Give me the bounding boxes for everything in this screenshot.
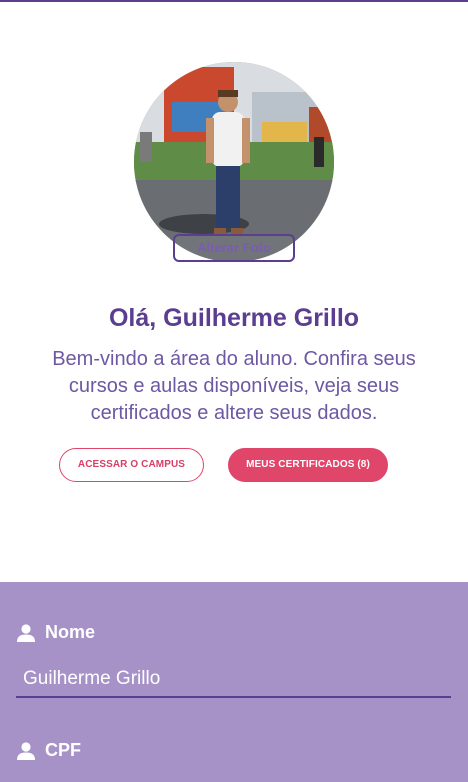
name-label-text: Nome [45,622,96,642]
name-field-label: Nome [16,622,95,643]
profile-section: Alterar Foto Olá, Guilherme Grillo Bem-v… [0,2,468,582]
avatar[interactable] [134,62,334,262]
profile-photo [134,62,334,262]
cpf-field-label: CPF [16,740,81,761]
welcome-text: Bem-vindo a área do aluno. Confira seus … [52,348,416,424]
change-photo-button[interactable]: Alterar Foto [173,234,295,262]
access-campus-button[interactable]: ACESSAR O CAMPUS [59,448,204,482]
profile-form: Nome CPF [0,582,468,782]
user-icon [16,623,36,643]
my-certificates-button[interactable]: MEUS CERTIFICADOS (8) [228,448,388,482]
cpf-label-text: CPF [45,740,81,760]
greeting-title: Olá, Guilherme Grillo [108,304,360,332]
name-input[interactable] [16,662,451,698]
user-icon [16,741,36,761]
